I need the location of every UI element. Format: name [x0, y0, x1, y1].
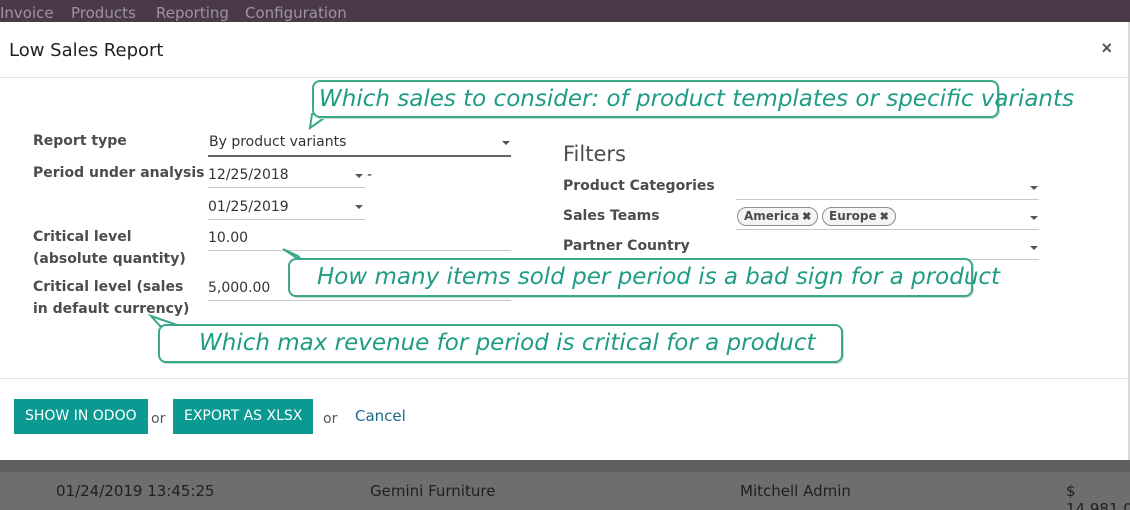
nav-reporting[interactable]: Reporting — [156, 4, 229, 22]
tag-europe[interactable]: Europe ✖ — [822, 207, 896, 226]
product-categories-label: Product Categories — [563, 178, 715, 194]
report-type-underline — [208, 155, 511, 157]
chevron-down-icon[interactable] — [355, 205, 363, 209]
critical-qty-input[interactable]: 10.00 — [208, 230, 248, 246]
period-separator: - — [367, 167, 373, 183]
nav-invoice[interactable]: Invoice — [0, 4, 54, 22]
close-icon[interactable]: × — [1101, 38, 1112, 59]
background-row-partial — [0, 460, 1130, 472]
critical-sales-label: Critical level (sales in default currenc… — [33, 279, 190, 317]
tag-america-label: America — [744, 209, 800, 223]
critical-sales-underline — [208, 300, 511, 301]
chevron-down-icon[interactable] — [1030, 186, 1038, 190]
chevron-down-icon[interactable] — [355, 174, 363, 178]
export-xlsx-button[interactable]: EXPORT AS XLSX — [173, 399, 314, 434]
period-from-underline — [208, 187, 365, 188]
row-amount: $ 14,981.0 — [1066, 482, 1130, 510]
product-categories-field[interactable] — [736, 199, 1039, 200]
period-from-input[interactable]: 12/25/2018 — [208, 167, 289, 183]
row-date: 01/24/2019 13:45:25 — [56, 482, 215, 500]
or-text: or — [151, 411, 166, 427]
remove-tag-icon[interactable]: ✖ — [880, 211, 889, 223]
row-salesperson: Mitchell Admin — [740, 482, 851, 500]
or-text: or — [323, 411, 338, 427]
low-sales-report-dialog: Low Sales Report × Report type By produc… — [0, 22, 1130, 460]
row-customer: Gemini Furniture — [370, 482, 496, 500]
chevron-down-icon[interactable] — [1030, 246, 1038, 250]
sales-teams-label: Sales Teams — [563, 208, 660, 224]
nav-configuration[interactable]: Configuration — [245, 4, 347, 22]
critical-qty-underline — [208, 250, 511, 251]
partner-country-label: Partner Country — [563, 238, 690, 254]
period-to-input[interactable]: 01/25/2019 — [208, 199, 289, 215]
period-to-underline — [208, 219, 365, 220]
dialog-footer: SHOW IN ODOO or EXPORT AS XLSX or Cancel — [0, 378, 1128, 460]
callout-critical-sales: Which max revenue for period is critical… — [158, 324, 843, 363]
callout-report-type: Which sales to consider: of product temp… — [312, 80, 1074, 118]
cancel-link[interactable]: Cancel — [355, 407, 406, 425]
critical-sales-input[interactable]: 5,000.00 — [208, 280, 270, 296]
show-in-odoo-button[interactable]: SHOW IN ODOO — [14, 399, 148, 434]
nav-products[interactable]: Products — [71, 4, 136, 22]
critical-qty-label: Critical level (absolute quantity) — [33, 229, 186, 267]
period-label: Period under analysis — [33, 165, 205, 181]
chevron-down-icon[interactable] — [502, 141, 510, 145]
callout-critical-qty: How many items sold per period is a bad … — [288, 258, 1000, 297]
top-navbar: Invoice Products Reporting Configuration — [0, 0, 1130, 22]
report-type-select[interactable]: By product variants — [209, 134, 346, 150]
tag-america[interactable]: America ✖ — [737, 207, 819, 226]
tag-europe-label: Europe — [829, 209, 877, 223]
remove-tag-icon[interactable]: ✖ — [802, 211, 811, 223]
report-type-label: Report type — [33, 133, 127, 149]
dialog-header: Low Sales Report × — [0, 22, 1128, 78]
sales-teams-field[interactable] — [736, 229, 1039, 230]
chevron-down-icon[interactable] — [1030, 216, 1038, 220]
background-table-row: 01/24/2019 13:45:25 Gemini Furniture Mit… — [0, 472, 1130, 510]
filters-heading: Filters — [563, 142, 626, 166]
dialog-title: Low Sales Report — [9, 40, 164, 61]
